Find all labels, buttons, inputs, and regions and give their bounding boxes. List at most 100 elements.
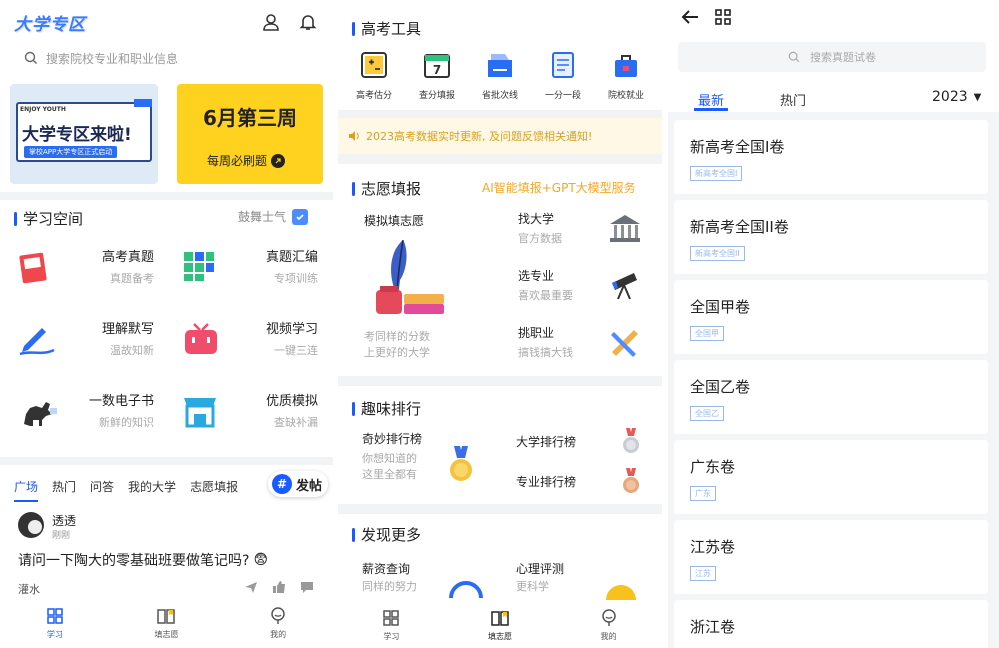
rank-title-text: 趣味排行 bbox=[361, 400, 422, 418]
profile-icon bbox=[601, 609, 616, 626]
find-item[interactable]: 选专业 喜欢最重要 bbox=[504, 259, 652, 311]
search-input[interactable]: 搜索院校专业和职业信息 bbox=[10, 44, 323, 72]
study-tile[interactable]: 高考真题 真题备考 bbox=[6, 236, 164, 302]
tile-sub: 真题备考 bbox=[110, 272, 154, 285]
post-actions bbox=[244, 580, 314, 594]
paper-tag: 全国乙 bbox=[690, 406, 724, 421]
search-placeholder: 搜索院校专业和职业信息 bbox=[46, 51, 179, 66]
tool-item[interactable]: 院校就业 bbox=[596, 50, 656, 101]
banner-tag: ENJOY YOUTH bbox=[20, 106, 66, 113]
major-rank-link[interactable]: 专业排行榜 bbox=[504, 464, 652, 498]
paper-title: 浙江卷 bbox=[690, 618, 736, 636]
banner-zone-launch[interactable]: ENJOY YOUTH 大学专区来啦! 掌校APP大学专区正式启动 bbox=[10, 84, 158, 184]
nav-study[interactable]: 学习 bbox=[381, 608, 401, 642]
tab-latest[interactable]: 最新 bbox=[698, 90, 724, 109]
mock-sub2: 上更好的大学 bbox=[364, 346, 430, 359]
paper-card[interactable]: 全国甲卷 全国甲 bbox=[674, 280, 988, 354]
community-tab[interactable]: 我的大学 bbox=[128, 478, 176, 495]
study-title: 学习空间 bbox=[14, 208, 83, 229]
user-icon[interactable] bbox=[261, 12, 281, 32]
paper-title: 全国乙卷 bbox=[690, 378, 751, 396]
find-item[interactable]: 找大学 官方数据 bbox=[504, 202, 652, 254]
paper-tag: 新高考全国I bbox=[690, 166, 743, 181]
paper-search-input[interactable]: 搜索真题试卷 bbox=[678, 42, 986, 72]
paper-tag: 江苏 bbox=[690, 566, 716, 581]
cheer-text: 鼓舞士气 bbox=[238, 210, 287, 224]
study-tile[interactable]: 理解默写 温故知新 bbox=[6, 308, 164, 374]
smile-icon bbox=[606, 585, 636, 600]
back-arrow-icon[interactable] bbox=[678, 6, 702, 28]
weekly-title: 6月第三周 bbox=[203, 106, 297, 130]
tool-item[interactable]: 7 查分填报 bbox=[407, 50, 467, 101]
pen-icon bbox=[18, 322, 56, 362]
study-tile[interactable]: 真题汇编 专项训练 bbox=[170, 236, 328, 302]
nav-study[interactable]: 学习 bbox=[45, 606, 65, 640]
telescope-icon bbox=[608, 269, 642, 305]
check-icon bbox=[292, 208, 309, 225]
tile-title: 真题汇编 bbox=[265, 250, 318, 265]
study-tile[interactable]: 一数电子书 新鲜的知识 bbox=[6, 380, 164, 446]
nav-me[interactable]: 我的 bbox=[599, 608, 619, 642]
avatar[interactable] bbox=[18, 512, 44, 538]
briefcase-icon bbox=[611, 50, 641, 84]
bell-icon[interactable] bbox=[298, 12, 318, 32]
bottom-nav: 学习 填志愿 我的 bbox=[0, 598, 333, 648]
cheer-link[interactable]: 鼓舞士气 bbox=[238, 208, 309, 225]
community-tab[interactable]: 广场 bbox=[14, 478, 38, 495]
paper-title: 江苏卷 bbox=[690, 538, 736, 556]
ai-service-link[interactable]: AI智能填报+GPT大模型服务 bbox=[482, 179, 636, 196]
find-item[interactable]: 挑职业 搞钱搞大钱 bbox=[504, 316, 652, 368]
nav-volunteer[interactable]: 填志愿 bbox=[154, 606, 178, 640]
fun-rank-card[interactable]: 奇妙排行榜 你想知道的 这里全都有 bbox=[352, 424, 492, 494]
tab-hot[interactable]: 热门 bbox=[780, 90, 806, 109]
nav-volunteer[interactable]: 填志愿 bbox=[488, 608, 512, 642]
nav-study-label: 学习 bbox=[46, 630, 63, 639]
university-rank-link[interactable]: 大学排行榜 bbox=[504, 424, 652, 458]
like-icon[interactable] bbox=[272, 580, 286, 594]
community-tab[interactable]: 问答 bbox=[90, 478, 114, 495]
banner-weekly[interactable]: 6月第三周 每周必刷题 bbox=[177, 84, 323, 184]
post-tag[interactable]: 灌水 bbox=[18, 581, 40, 597]
speaker-icon bbox=[349, 131, 359, 141]
notice-bar[interactable]: 2023高考数据实时更新, 及问题反馈相关通知! bbox=[338, 118, 662, 154]
tools-icon bbox=[608, 326, 642, 362]
psych-test-link[interactable]: 心理评测 bbox=[516, 560, 564, 577]
mock-volunteer-card[interactable]: 模拟填志愿 考同样的分数 上更好的大学 bbox=[348, 204, 500, 366]
banner-title: 大学专区来啦! bbox=[22, 125, 132, 145]
post-username[interactable]: 透透 bbox=[52, 512, 76, 529]
tool-item[interactable]: 省批次线 bbox=[470, 50, 530, 101]
nav-me-label: 我的 bbox=[600, 632, 617, 641]
comment-icon[interactable] bbox=[300, 580, 314, 594]
tool-item[interactable]: 高考估分 bbox=[344, 50, 404, 101]
silver-medal-icon bbox=[623, 428, 639, 453]
share-icon[interactable] bbox=[244, 580, 258, 594]
community-tab[interactable]: 志愿填报 bbox=[190, 478, 238, 495]
paper-card[interactable]: 江苏卷 江苏 bbox=[674, 520, 988, 594]
post-text-wrap[interactable]: 请问一下陶大的零基础班要做笔记吗? 😨 bbox=[18, 550, 268, 570]
tile-sub: 查缺补漏 bbox=[274, 416, 318, 429]
find-title: 找大学 bbox=[518, 212, 555, 226]
study-tile[interactable]: 视频学习 一键三连 bbox=[170, 308, 328, 374]
tool-item[interactable]: 一分一段 bbox=[533, 50, 593, 101]
grid-menu-icon[interactable] bbox=[712, 6, 734, 28]
svg-text:7: 7 bbox=[433, 63, 441, 77]
year-select[interactable]: 2023 ▼ bbox=[932, 89, 981, 105]
tools-title: 高考工具 bbox=[352, 18, 421, 39]
paper-card[interactable]: 全国乙卷 全国乙 bbox=[674, 360, 988, 434]
nav-me-label: 我的 bbox=[270, 630, 287, 639]
weekly-sub-wrap: 每周必刷题 bbox=[207, 152, 286, 169]
paper-card[interactable]: 广东卷 广东 bbox=[674, 440, 988, 514]
post-button[interactable]: # 发帖 bbox=[268, 471, 328, 497]
salary-query-link[interactable]: 薪资查询 bbox=[362, 560, 410, 577]
study-tile[interactable]: 优质模拟 查缺补漏 bbox=[170, 380, 328, 446]
paper-card[interactable]: 新高考全国I卷 新高考全国I bbox=[674, 120, 988, 194]
paper-card[interactable]: 浙江卷 bbox=[674, 600, 988, 648]
paper-card[interactable]: 新高考全国II卷 新高考全国II bbox=[674, 200, 988, 274]
community-tab[interactable]: 热门 bbox=[52, 478, 76, 495]
find-sub: 官方数据 bbox=[518, 232, 562, 245]
mock-title: 模拟填志愿 bbox=[364, 214, 425, 228]
paper-search-placeholder: 搜索真题试卷 bbox=[810, 51, 876, 64]
mock-sub1: 考同样的分数 bbox=[364, 330, 430, 343]
nav-me[interactable]: 我的 bbox=[268, 606, 288, 640]
paper-tag: 全国甲 bbox=[690, 326, 724, 341]
